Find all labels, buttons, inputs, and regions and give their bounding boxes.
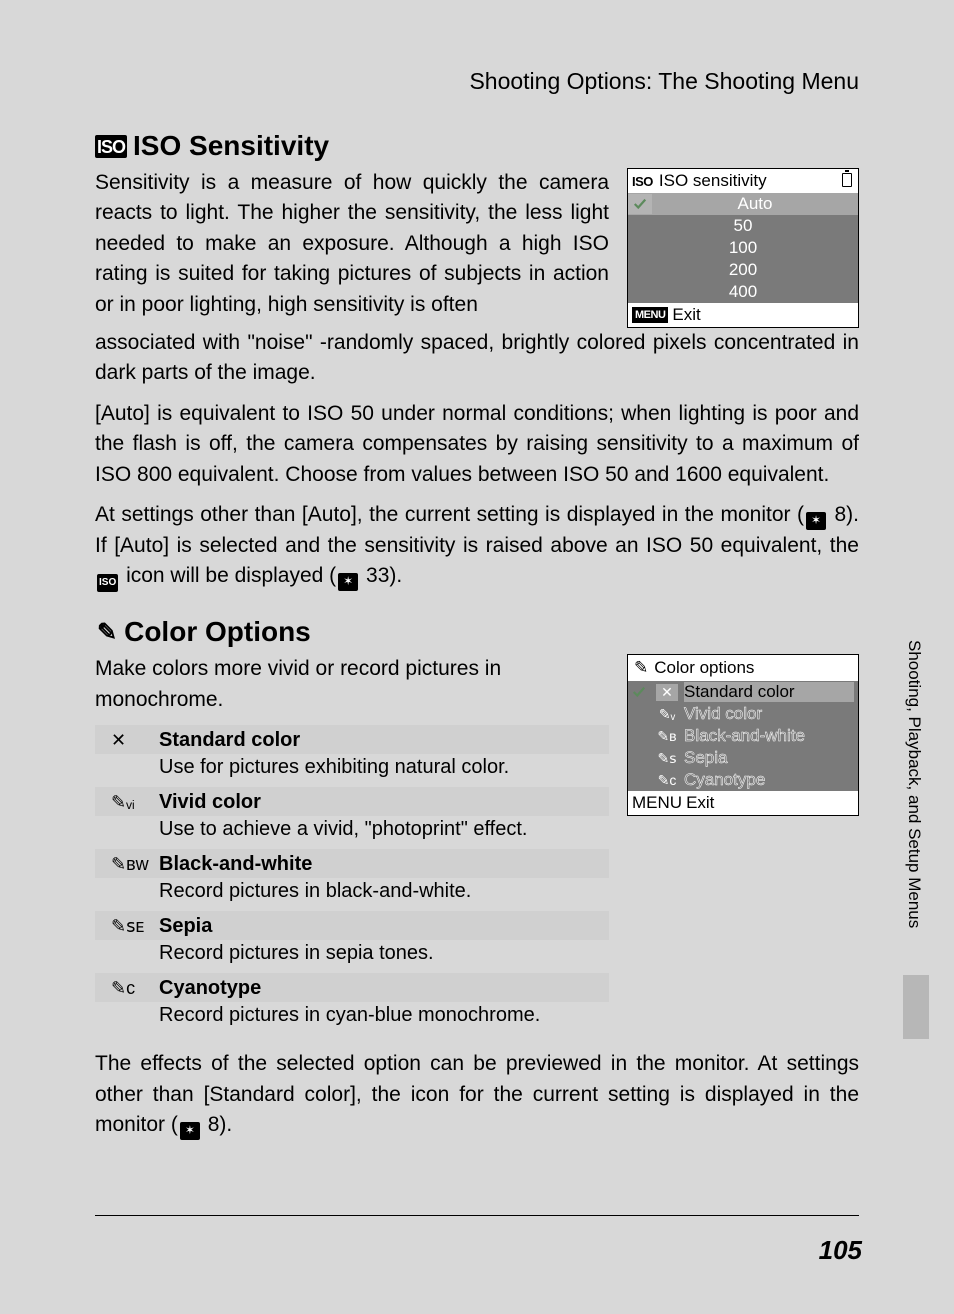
section-title: Shooting Options: The Shooting Menu xyxy=(469,68,859,95)
option-desc: Use to achieve a vivid, "photoprint" eff… xyxy=(95,816,609,849)
color-lcd-title-row: ✎ Color options xyxy=(628,655,858,681)
color-lcd: ✎ Color options ✕ Standard color ✎ᵥ V xyxy=(627,654,859,816)
color-lcd-row-icon: ✎ʙ xyxy=(656,728,678,745)
iso-lcd: ISO ISO sensitivity Auto 50 100 200 400 xyxy=(627,168,859,328)
battery-icon xyxy=(842,173,852,187)
option-desc: Use for pictures exhibiting natural colo… xyxy=(95,754,609,787)
option-title: Cyanotype xyxy=(159,977,261,1000)
header: Shooting Options: The Shooting Menu xyxy=(0,0,954,120)
check-icon xyxy=(628,685,650,699)
iso-lcd-body: Auto 50 100 200 400 xyxy=(628,193,858,303)
iso-block: Sensitivity is a measure of how quickly … xyxy=(95,168,859,328)
option-sepia: ✎ꜱᴇ Sepia xyxy=(95,911,609,940)
ref-icon: ✶ xyxy=(338,573,358,591)
color-lcd-title-text: Color options xyxy=(654,658,754,678)
color-lcd-row-icon: ✕ xyxy=(656,684,678,701)
color-text-col: Make colors more vivid or record picture… xyxy=(95,654,609,1035)
check-icon xyxy=(628,194,652,214)
option-vivid: ✎ᵥᵢ Vivid color xyxy=(95,787,609,816)
option-title: Standard color xyxy=(159,729,300,752)
iso-p3-ref2: 33 xyxy=(366,564,389,587)
color-lcd-row[interactable]: ✎ᴄ Cyanotype xyxy=(628,769,858,791)
iso-lcd-title-text: ISO sensitivity xyxy=(659,171,767,191)
iso-lcd-selected-row[interactable]: Auto xyxy=(628,193,858,215)
option-bw: ✎ʙᴡ Black-and-white xyxy=(95,849,609,878)
option-icon: ✎ꜱᴇ xyxy=(111,916,159,937)
iso-lcd-exit[interactable]: Exit xyxy=(672,305,700,325)
color-heading: ✎ Color Options xyxy=(95,616,859,648)
iso-lcd-title-icon: ISO xyxy=(632,174,653,189)
iso-text-col: Sensitivity is a measure of how quickly … xyxy=(95,168,609,328)
option-title: Black-and-white xyxy=(159,853,312,876)
iso-p3-a: At settings other than [Auto], the curre… xyxy=(95,503,804,526)
color-para-2: The effects of the selected option can b… xyxy=(95,1049,859,1140)
color-lcd-row-icon: ✎ᵥ xyxy=(656,706,678,723)
footer-rule xyxy=(95,1215,859,1216)
iso-inline-icon: ISO xyxy=(97,574,118,592)
color-lcd-footer: MENU Exit xyxy=(628,791,858,815)
color-lcd-row-label: Black-and-white xyxy=(684,726,854,746)
color-lcd-title-icon: ✎ xyxy=(634,658,648,678)
side-tab xyxy=(903,975,929,1039)
option-icon: ✕ xyxy=(111,730,159,751)
option-cyan: ✎ᴄ Cyanotype xyxy=(95,973,609,1002)
side-label: Shooting, Playback, and Setup Menus xyxy=(904,640,924,928)
menu-tag-icon: MENU xyxy=(632,307,668,323)
color-p2-b: ). xyxy=(219,1113,232,1136)
color-options-table: ✕ Standard color Use for pictures exhibi… xyxy=(95,725,609,1035)
ref-icon: ✶ xyxy=(806,512,826,530)
iso-para-1a: Sensitivity is a measure of how quickly … xyxy=(95,168,609,320)
color-lcd-row[interactable]: ✎ꜱ Sepia xyxy=(628,747,858,769)
option-desc: Record pictures in cyan-blue monochrome. xyxy=(95,1002,609,1035)
color-lcd-row-label: Vivid color xyxy=(684,704,854,724)
iso-lcd-selected-value: Auto xyxy=(652,194,858,214)
option-icon: ✎ᴄ xyxy=(111,978,159,999)
iso-heading: ISO ISO Sensitivity xyxy=(95,130,859,162)
iso-para-3: At settings other than [Auto], the curre… xyxy=(95,500,859,592)
iso-para-2: [Auto] is equivalent to ISO 50 under nor… xyxy=(95,399,859,490)
iso-lcd-title-row: ISO ISO sensitivity xyxy=(628,169,858,193)
menu-tag-icon: MENU xyxy=(632,793,682,813)
color-lcd-row-label: Standard color xyxy=(684,682,854,702)
iso-p3-c: icon will be displayed ( xyxy=(120,564,336,587)
color-lcd-row[interactable]: ✎ᵥ Vivid color xyxy=(628,703,858,725)
option-desc: Record pictures in black-and-white. xyxy=(95,878,609,911)
option-icon: ✎ᵥᵢ xyxy=(111,792,159,813)
color-lcd-row-label: Sepia xyxy=(684,748,854,768)
iso-lcd-footer: MENU Exit xyxy=(628,303,858,327)
page-number: 105 xyxy=(819,1235,862,1266)
color-block: Make colors more vivid or record picture… xyxy=(95,654,859,1035)
color-lcd-row[interactable]: ✎ʙ Black-and-white xyxy=(628,725,858,747)
color-lcd-exit[interactable]: Exit xyxy=(686,793,714,813)
page: Shooting Options: The Shooting Menu ISO … xyxy=(0,0,954,1314)
iso-para-1b: associated with "noise" -randomly spaced… xyxy=(95,328,859,389)
color-lcd-row-selected[interactable]: ✕ Standard color xyxy=(628,681,858,703)
color-para-1: Make colors more vivid or record picture… xyxy=(95,654,609,715)
option-icon: ✎ʙᴡ xyxy=(111,854,159,875)
content: ISO ISO Sensitivity Sensitivity is a mea… xyxy=(95,130,859,1141)
option-title: Sepia xyxy=(159,915,212,938)
iso-heading-icon: ISO xyxy=(95,135,127,158)
iso-lcd-row[interactable]: 50 xyxy=(628,215,858,237)
color-lcd-body: ✕ Standard color ✎ᵥ Vivid color ✎ʙ Black… xyxy=(628,681,858,791)
iso-lcd-row[interactable]: 400 xyxy=(628,281,858,303)
color-lcd-row-label: Cyanotype xyxy=(684,770,854,790)
option-desc: Record pictures in sepia tones. xyxy=(95,940,609,973)
color-heading-icon: ✎ xyxy=(95,618,118,647)
ref-icon: ✶ xyxy=(180,1122,200,1140)
color-heading-text: Color Options xyxy=(124,616,311,648)
option-standard: ✕ Standard color xyxy=(95,725,609,754)
iso-p3-d: ). xyxy=(389,564,402,587)
iso-lcd-row[interactable]: 200 xyxy=(628,259,858,281)
color-p2-ref: 8 xyxy=(208,1113,220,1136)
option-title: Vivid color xyxy=(159,791,261,814)
iso-p3-ref1: 8 xyxy=(834,503,846,526)
iso-lcd-row[interactable]: 100 xyxy=(628,237,858,259)
color-lcd-row-icon: ✎ᴄ xyxy=(656,772,678,789)
iso-heading-text: ISO Sensitivity xyxy=(133,130,329,162)
color-lcd-row-icon: ✎ꜱ xyxy=(656,750,678,767)
